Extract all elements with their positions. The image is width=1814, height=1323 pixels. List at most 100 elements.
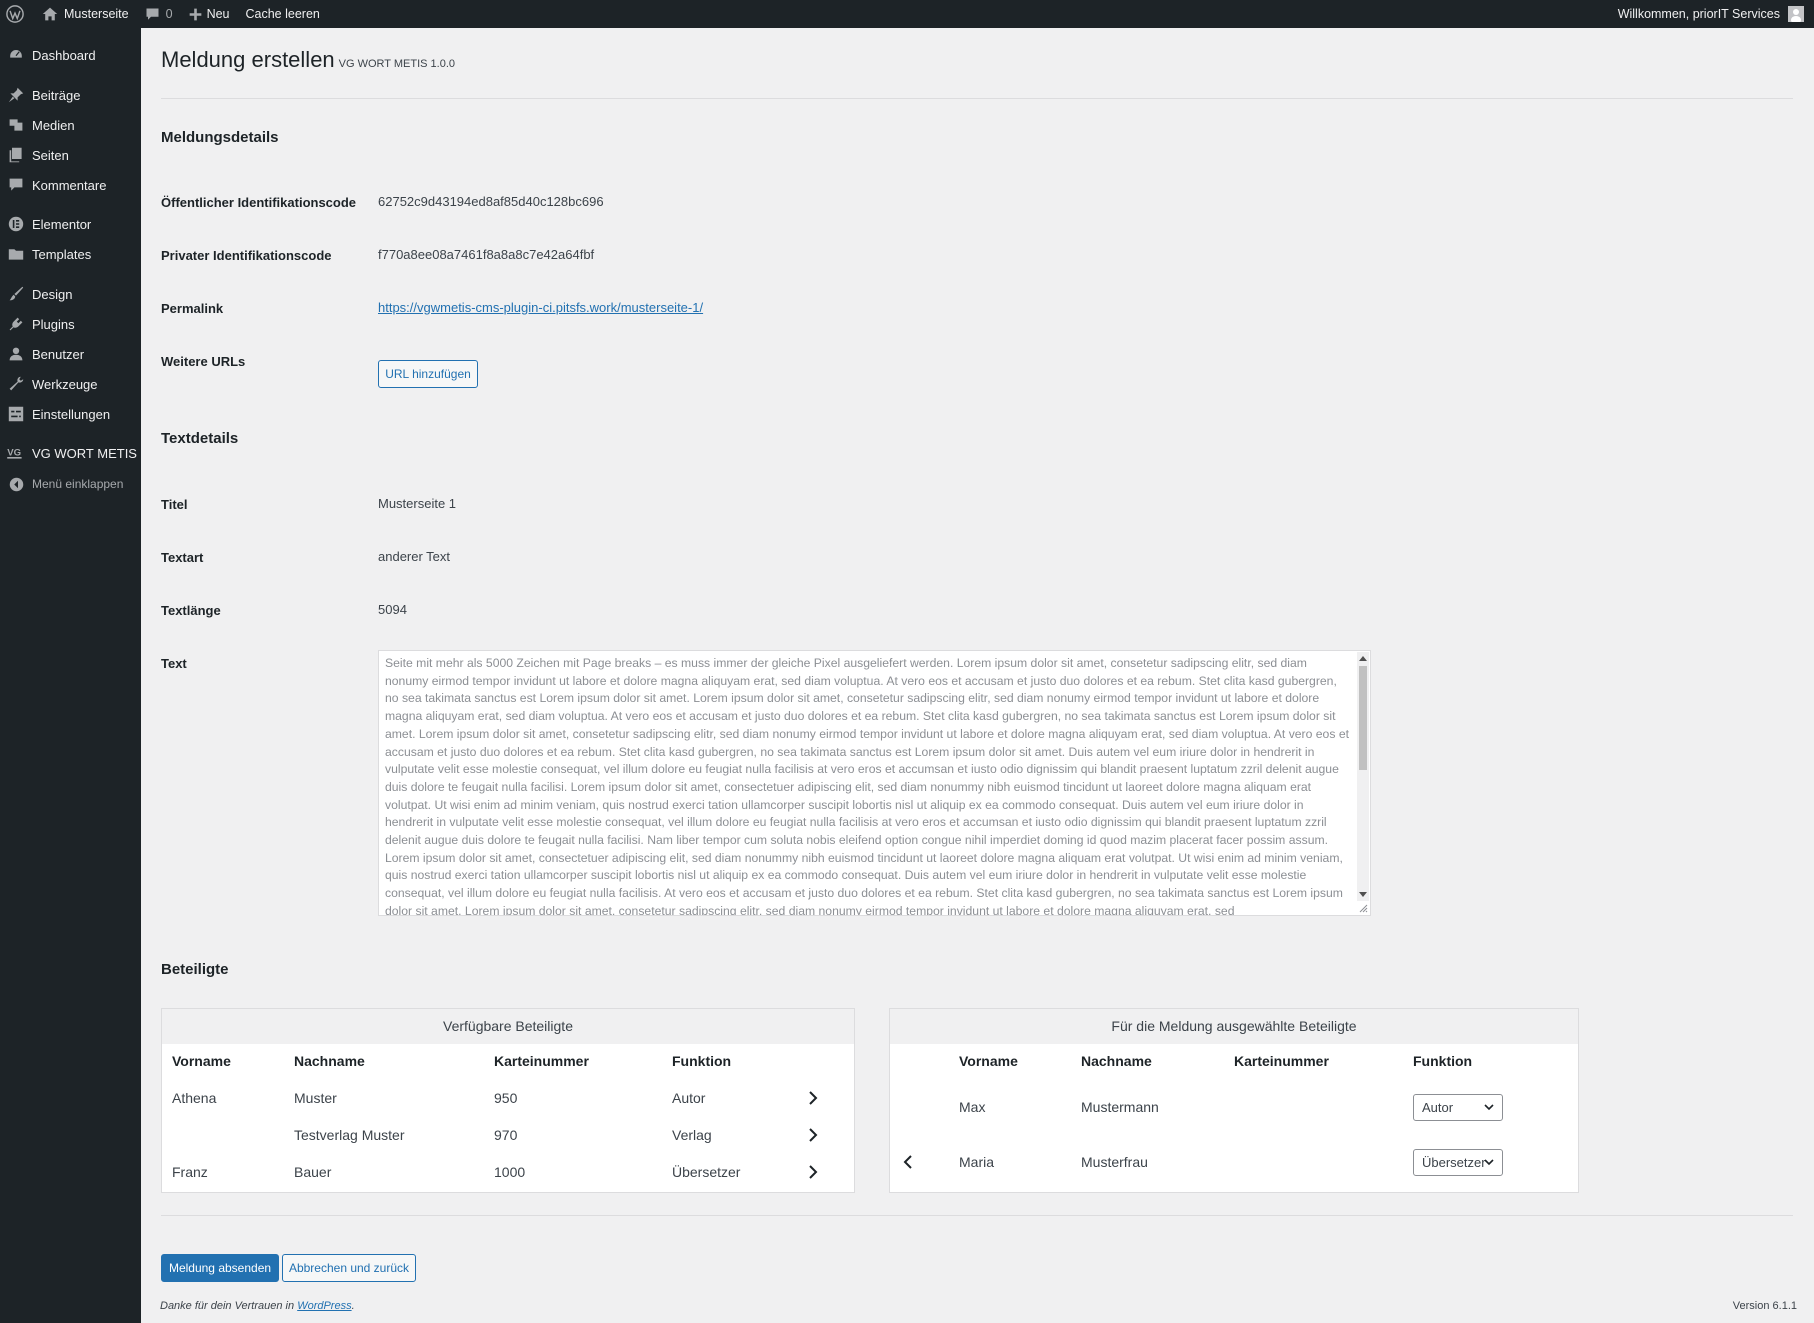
comment-bubble-icon	[146, 8, 159, 20]
sidebar-item-label: Benutzer	[32, 346, 85, 362]
col-funktion: Funktion	[672, 1053, 732, 1069]
cell-karteinummer: 1000	[494, 1164, 526, 1180]
scroll-down-arrow-icon[interactable]	[1359, 892, 1367, 897]
sidebar-item-benutzer[interactable]: Benutzer	[0, 339, 141, 369]
sidebar-item-elementor[interactable]: Elementor	[0, 209, 141, 239]
cache-clear-link[interactable]: Cache leeren	[238, 0, 328, 28]
footer-thanks: Danke für dein Vertrauen in WordPress.	[160, 1300, 355, 1312]
plugin-icon	[9, 317, 23, 331]
submit-report-button[interactable]: Meldung absenden	[161, 1254, 279, 1282]
cell-funktion: Autor	[672, 1090, 706, 1106]
add-participant-button[interactable]	[805, 1090, 821, 1106]
sidebar-item-label: Dashboard	[32, 47, 96, 63]
pages-icon	[9, 147, 22, 163]
textart-label: Textart	[161, 550, 204, 565]
sidebar-item-plugins[interactable]: Plugins	[0, 309, 141, 339]
sidebar-item-kommentare[interactable]: Kommentare	[0, 170, 141, 200]
permalink-link[interactable]: https://vgwmetis-cms-plugin-ci.pitsfs.wo…	[378, 300, 703, 315]
actions-divider	[161, 1215, 1793, 1216]
col-vorname: Vorname	[959, 1053, 1018, 1069]
add-url-button[interactable]: URL hinzufügen	[378, 360, 478, 388]
dashboard-icon	[9, 48, 23, 59]
text-content: Seite mit mehr als 5000 Zeichen mit Page…	[385, 656, 1349, 916]
remove-participant-button[interactable]	[900, 1154, 916, 1170]
sidebar-item-medien[interactable]: Medien	[0, 110, 141, 140]
chevron-down-icon	[1484, 1104, 1494, 1111]
col-funktion: Funktion	[1413, 1053, 1473, 1069]
cell-funktion: Verlag	[672, 1127, 712, 1143]
sidebar-item-einstellungen[interactable]: Einstellungen	[0, 399, 141, 429]
public-code-label: Öffentlicher Identifikationscode	[161, 195, 357, 210]
sidebar-item-vgwort-metis[interactable]: VG VG WORT METIS	[0, 438, 141, 468]
account-menu[interactable]: Willkommen, priorIT Services	[1618, 6, 1814, 22]
user-icon	[9, 347, 23, 361]
cell-nachname: Muster	[294, 1090, 337, 1106]
admin-bar: Musterseite 0 Neu Cache leeren Willkomme…	[0, 0, 1814, 28]
collapse-menu-button[interactable]: Menü einklappen	[0, 469, 141, 499]
chevron-right-icon	[809, 1128, 818, 1142]
sidebar-item-label: Templates	[32, 246, 92, 262]
cell-nachname: Testverlag Muster	[294, 1127, 405, 1143]
chevron-down-icon	[1484, 1159, 1494, 1166]
site-name-link[interactable]: Musterseite	[34, 0, 137, 28]
sidebar-item-label: Plugins	[32, 316, 75, 332]
text-area[interactable]: Seite mit mehr als 5000 Zeichen mit Page…	[378, 650, 1371, 916]
scroll-up-arrow-icon[interactable]	[1359, 656, 1367, 661]
resize-handle-icon[interactable]	[1359, 904, 1368, 913]
cancel-button[interactable]: Abbrechen und zurück	[282, 1254, 416, 1282]
selected-participants-panel: Für die Meldung ausgewählte Beteiligte V…	[889, 1008, 1579, 1193]
collapse-arrow-icon	[9, 477, 23, 491]
comments-link[interactable]: 0	[137, 0, 181, 28]
cell-nachname: Bauer	[294, 1164, 332, 1180]
plugin-version: VG WORT METIS 1.0.0	[338, 58, 456, 70]
elementor-icon	[8, 216, 24, 232]
sidebar-item-label: VG WORT METIS	[32, 445, 137, 461]
brush-icon	[9, 286, 24, 301]
plus-icon	[189, 8, 201, 20]
cell-vorname: Athena	[172, 1090, 217, 1106]
public-code-value: 62752c9d43194ed8af85d40c128bc696	[378, 194, 604, 209]
title-label: Titel	[161, 497, 188, 512]
cell-karteinummer: 970	[494, 1127, 518, 1143]
wordpress-logo-icon	[6, 5, 24, 23]
add-participant-button[interactable]	[805, 1127, 821, 1143]
sidebar-item-dashboard[interactable]: Dashboard	[0, 40, 141, 70]
sidebar-item-templates[interactable]: Templates	[0, 239, 141, 269]
comments-icon	[9, 178, 23, 191]
sidebar-item-design[interactable]: Design	[0, 279, 141, 309]
funktion-select[interactable]: Autor	[1413, 1094, 1503, 1121]
svg-text:VG: VG	[7, 447, 21, 458]
sidebar-item-werkzeuge[interactable]: Werkzeuge	[0, 369, 141, 399]
comments-count: 0	[165, 7, 173, 21]
sidebar-item-label: Seiten	[32, 147, 69, 163]
permalink-label: Permalink	[161, 301, 224, 316]
col-nachname: Nachname	[294, 1053, 365, 1069]
site-name: Musterseite	[64, 7, 129, 21]
title-value: Musterseite 1	[378, 496, 457, 511]
new-label: Neu	[206, 7, 230, 21]
wordpress-logo-link[interactable]	[0, 0, 34, 28]
chevron-right-icon	[809, 1165, 818, 1179]
scroll-thumb[interactable]	[1359, 666, 1367, 770]
new-content-link[interactable]: Neu	[181, 0, 238, 28]
cell-vorname: Franz	[172, 1164, 208, 1180]
wrench-icon	[9, 376, 24, 391]
weitere-urls-label: Weitere URLs	[161, 354, 246, 369]
sidebar-item-label: Werkzeuge	[32, 376, 98, 392]
sidebar-item-seiten[interactable]: Seiten	[0, 140, 141, 170]
wordpress-link[interactable]: WordPress	[297, 1300, 351, 1312]
header-divider	[161, 98, 1793, 99]
chevron-left-icon	[903, 1155, 912, 1169]
home-icon	[42, 7, 58, 21]
textlaenge-label: Textlänge	[161, 603, 221, 618]
add-participant-button[interactable]	[805, 1164, 821, 1180]
textdetails-heading: Textdetails	[161, 430, 239, 447]
page-title: Meldung erstellen	[161, 47, 335, 72]
funktion-select[interactable]: Übersetzer	[1413, 1149, 1503, 1176]
col-karteinummer: Karteinummer	[1234, 1053, 1329, 1069]
media-icon	[9, 119, 23, 131]
meldungsdetails-heading: Meldungsdetails	[161, 129, 279, 146]
sidebar-item-beitraege[interactable]: Beiträge	[0, 80, 141, 110]
text-scrollbar[interactable]	[1357, 652, 1369, 901]
sidebar-item-label: Kommentare	[32, 177, 107, 193]
